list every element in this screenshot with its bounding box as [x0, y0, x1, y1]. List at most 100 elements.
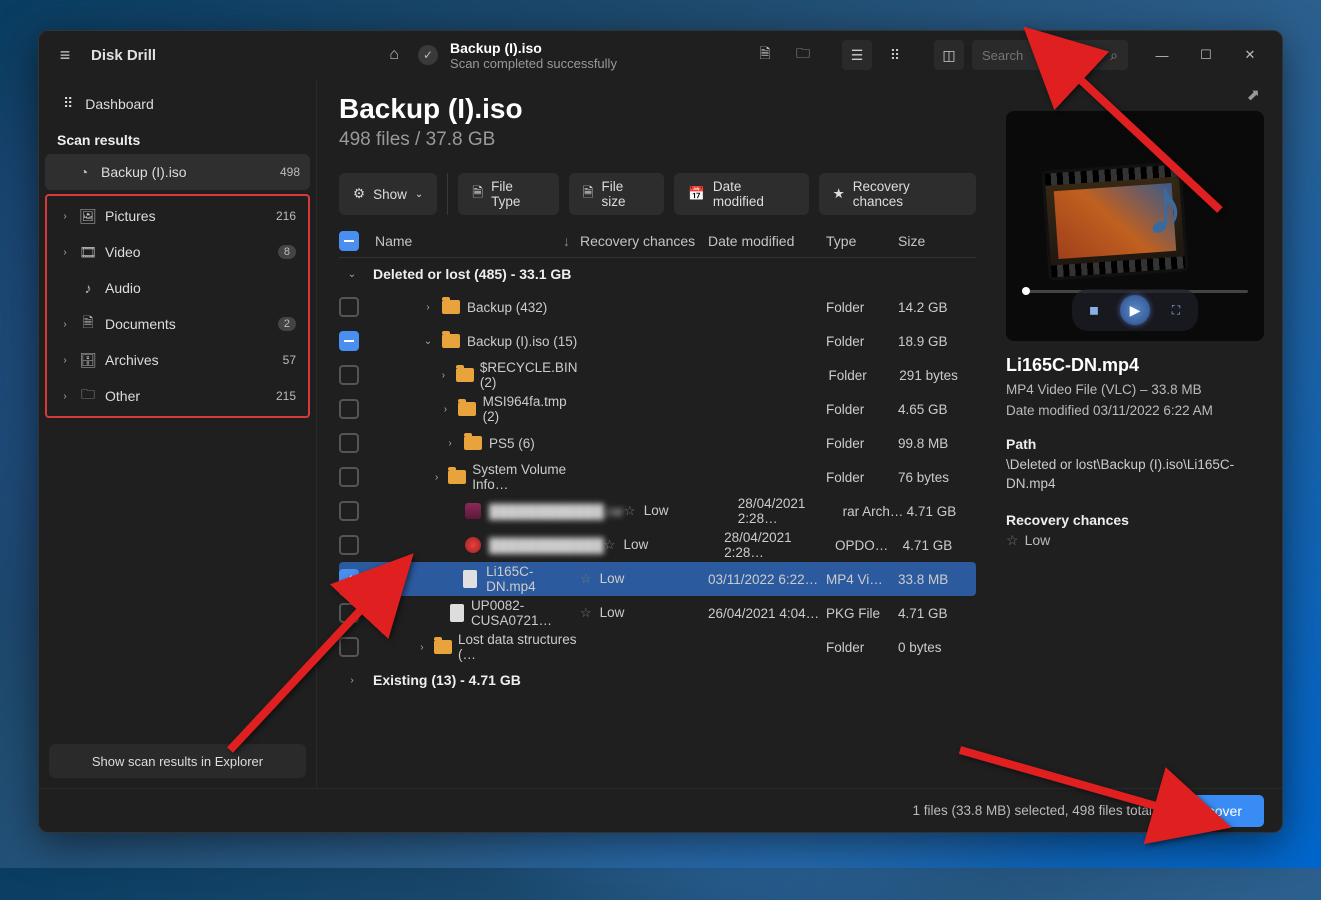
- file-row[interactable]: › System Volume Info… Folder 76 bytes: [339, 460, 976, 494]
- file-row[interactable]: ████████████.rar ☆Low 28/04/2021 2:28… r…: [339, 494, 976, 528]
- file-row[interactable]: UP0082-CUSA0721… ☆Low 26/04/2021 4:04… P…: [339, 596, 976, 630]
- file-name: ████████████: [489, 538, 604, 553]
- file-row[interactable]: ⌄ Backup (I).iso (15) Folder 18.9 GB: [339, 324, 976, 358]
- folder-icon: [448, 468, 466, 486]
- disk-icon: ◔: [75, 164, 93, 180]
- dashboard-icon: ⠿: [63, 95, 73, 112]
- sidebar-root-item[interactable]: ◔ Backup (I).iso 498: [45, 154, 310, 190]
- grid-view-icon[interactable]: ⠿: [880, 40, 910, 70]
- row-checkbox[interactable]: [339, 467, 359, 487]
- file-row[interactable]: › MSI964fa.tmp (2) Folder 4.65 GB: [339, 392, 976, 426]
- video-icon: 🎞: [79, 244, 97, 261]
- sidebar-item-audio[interactable]: ♪Audio: [49, 270, 306, 306]
- sidebar-item-documents[interactable]: ›🗎Documents2: [49, 306, 306, 342]
- search-input[interactable]: [982, 48, 1102, 63]
- recover-button[interactable]: Recover: [1168, 795, 1264, 827]
- row-checkbox[interactable]: [339, 365, 359, 385]
- group-deleted[interactable]: ⌄ Deleted or lost (485) - 33.1 GB: [339, 258, 976, 290]
- col-size[interactable]: Size: [898, 233, 976, 249]
- row-checkbox[interactable]: [339, 433, 359, 453]
- page-subtitle: 498 files / 37.8 GB: [339, 129, 976, 151]
- preview-meta1: MP4 Video File (VLC) – 33.8 MB: [1006, 382, 1264, 397]
- row-checkbox[interactable]: [339, 501, 359, 521]
- sidebar-item-other[interactable]: ›🗀Other215: [49, 378, 306, 414]
- preview-recovery-header: Recovery chances: [1006, 512, 1264, 528]
- preview-filename: Li165C-DN.mp4: [1006, 355, 1264, 376]
- file-list: ⌄ Deleted or lost (485) - 33.1 GB › Back…: [339, 258, 976, 696]
- file-name: PS5 (6): [489, 436, 535, 451]
- dashboard-link[interactable]: ⠿ Dashboard: [45, 85, 310, 122]
- rar-icon: [463, 502, 483, 520]
- file-icon[interactable]: 🗎: [750, 40, 780, 70]
- stop-icon[interactable]: ◼: [1086, 302, 1102, 318]
- folder-icon[interactable]: 🗀: [788, 40, 818, 70]
- picture-icon: 🖼: [79, 208, 97, 225]
- col-date[interactable]: Date modified: [708, 233, 826, 249]
- audio-icon: ♪: [79, 280, 97, 296]
- titlebar: ≡ Disk Drill ⌂ ✓ Backup (I).iso Scan com…: [39, 31, 1282, 79]
- group-existing[interactable]: › Existing (13) - 4.71 GB: [339, 664, 976, 696]
- show-filter[interactable]: ⚙Show⌄: [339, 173, 437, 215]
- filesize-filter[interactable]: 🗎File size: [569, 173, 664, 215]
- app-title: Disk Drill: [91, 47, 156, 64]
- folder-icon: [458, 400, 477, 418]
- file-name: Li165C-DN.mp4: [486, 564, 580, 594]
- home-icon[interactable]: ⌂: [382, 46, 406, 64]
- folder-icon: [441, 332, 461, 350]
- folder-icon: [441, 298, 461, 316]
- file-row[interactable]: ✓ Li165C-DN.mp4 ☆Low 03/11/2022 6:22… MP…: [339, 562, 976, 596]
- hamburger-icon[interactable]: ≡: [45, 45, 85, 66]
- file-name: $RECYCLE.BIN (2): [480, 360, 587, 390]
- preview-recovery-value: ☆Low: [1006, 532, 1264, 549]
- file-row[interactable]: › Backup (432) Folder 14.2 GB: [339, 290, 976, 324]
- search-box[interactable]: ⌕: [972, 40, 1128, 70]
- other-icon: 🗀: [79, 384, 97, 408]
- minimize-button[interactable]: —: [1142, 40, 1182, 70]
- col-name[interactable]: Name: [375, 233, 412, 249]
- file-row[interactable]: ████████████ ☆Low 28/04/2021 2:28… OPDO……: [339, 528, 976, 562]
- close-button[interactable]: ✕: [1230, 40, 1270, 70]
- archive-icon: 🗄: [79, 352, 97, 369]
- file-name: Backup (432): [467, 300, 547, 315]
- pkg-icon: [449, 604, 465, 622]
- sidebar-item-video[interactable]: ›🎞Video8: [49, 234, 306, 270]
- annotation-redbox: ›🖼Pictures216›🎞Video8♪Audio›🗎Documents2›…: [45, 194, 310, 418]
- footer: 1 files (33.8 MB) selected, 498 files to…: [39, 788, 1282, 832]
- fullscreen-icon[interactable]: ⛶: [1168, 302, 1184, 318]
- list-view-icon[interactable]: ☰: [842, 40, 872, 70]
- col-type[interactable]: Type: [826, 233, 898, 249]
- datemod-filter[interactable]: 📅Date modified: [674, 173, 809, 215]
- opd-icon: [463, 536, 483, 554]
- preview-thumbnail[interactable]: ♪ ◼ ▶ ⛶: [1006, 111, 1264, 341]
- sidebar: ⠿ Dashboard Scan results ◔ Backup (I).is…: [39, 79, 317, 788]
- show-in-explorer-button[interactable]: Show scan results in Explorer: [49, 744, 306, 778]
- panel-icon[interactable]: ◫: [934, 40, 964, 70]
- scan-status: Backup (I).iso Scan completed successful…: [450, 40, 617, 71]
- file-row[interactable]: › $RECYCLE.BIN (2) Folder 291 bytes: [339, 358, 976, 392]
- filetype-filter[interactable]: 🗎File Type: [458, 173, 558, 215]
- play-icon[interactable]: ▶: [1120, 295, 1150, 325]
- maximize-button[interactable]: ☐: [1186, 40, 1226, 70]
- expand-preview-icon[interactable]: ⬈: [1006, 83, 1264, 111]
- recovery-filter[interactable]: ★Recovery chances: [819, 173, 976, 215]
- row-checkbox[interactable]: [339, 331, 359, 351]
- file-row[interactable]: › Lost data structures (… Folder 0 bytes: [339, 630, 976, 664]
- mp4-icon: [461, 570, 480, 588]
- column-headers: Name↓ Recovery chances Date modified Typ…: [339, 225, 976, 258]
- row-checkbox[interactable]: [339, 535, 359, 555]
- row-checkbox[interactable]: [339, 603, 359, 623]
- row-checkbox[interactable]: ✓: [339, 569, 359, 589]
- row-checkbox[interactable]: [339, 399, 359, 419]
- sidebar-item-pictures[interactable]: ›🖼Pictures216: [49, 198, 306, 234]
- row-checkbox[interactable]: [339, 637, 359, 657]
- row-checkbox[interactable]: [339, 297, 359, 317]
- col-recovery[interactable]: Recovery chances: [580, 233, 708, 249]
- page-title: Backup (I).iso: [339, 93, 976, 125]
- file-row[interactable]: › PS5 (6) Folder 99.8 MB: [339, 426, 976, 460]
- search-icon: ⌕: [1110, 47, 1118, 64]
- app-window: ≡ Disk Drill ⌂ ✓ Backup (I).iso Scan com…: [38, 30, 1283, 833]
- document-icon: 🗎: [79, 312, 97, 336]
- sidebar-item-archives[interactable]: ›🗄Archives57: [49, 342, 306, 378]
- select-all-checkbox[interactable]: [339, 231, 359, 251]
- check-icon: ✓: [418, 45, 438, 65]
